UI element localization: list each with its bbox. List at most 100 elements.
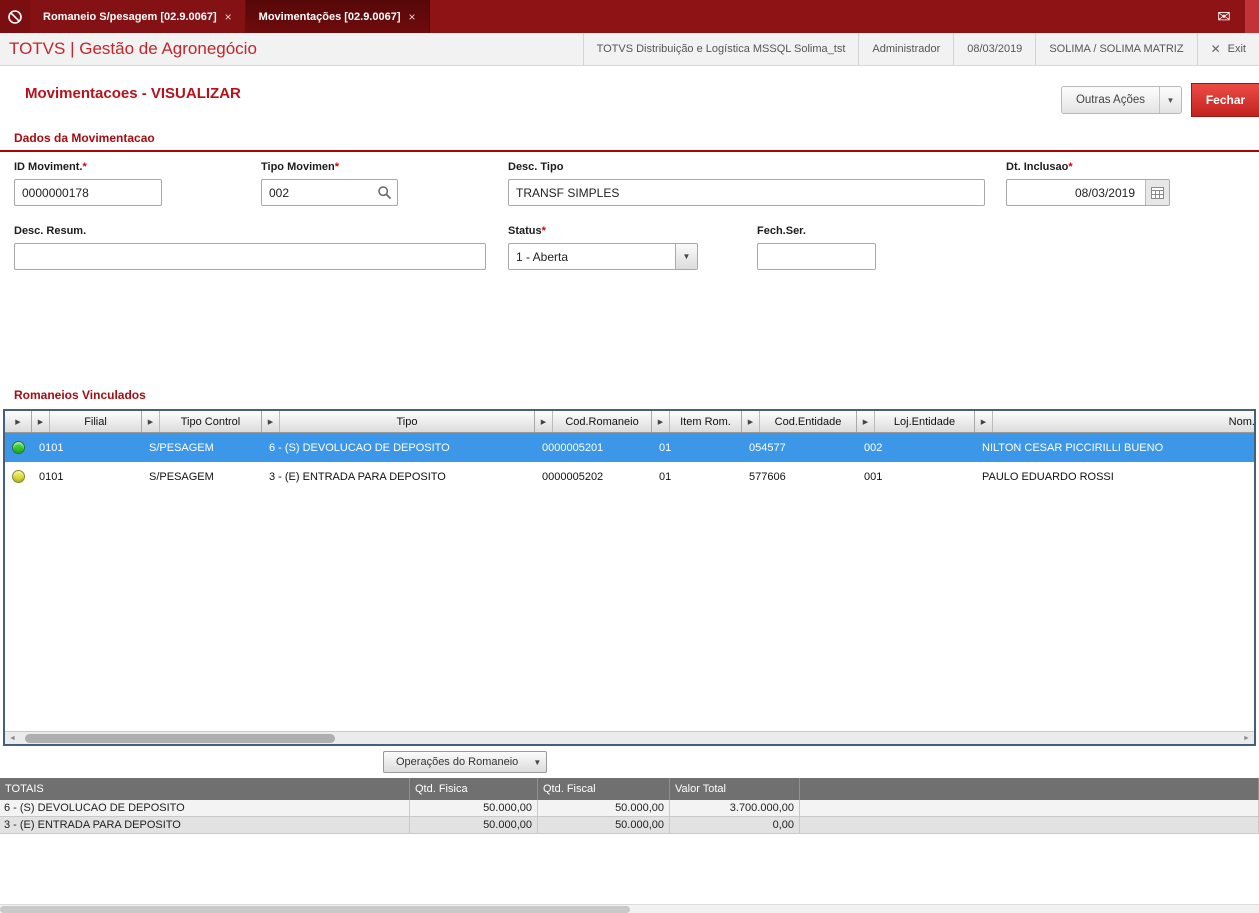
user-label: Administrador [858, 33, 953, 65]
tipo-movimen-label: Tipo Movimen [261, 161, 335, 173]
cell-tipo-control: S/PESAGEM [149, 441, 214, 454]
totals-header-filler [800, 778, 1259, 800]
operacoes-romaneio-button[interactable]: Operações do Romaneio ▼ [383, 751, 548, 773]
grid-header-status-column[interactable]: ▶ [5, 411, 32, 432]
field-status: Status* 1 - Aberta ▼ [508, 225, 698, 270]
column-header-cod-romaneio[interactable]: ▶ Cod.Romaneio [535, 411, 652, 432]
column-arrow-icon: ▶ [15, 418, 21, 426]
column-header-tipo[interactable]: ▶ Tipo [262, 411, 535, 432]
exit-x-icon: ✕ [1210, 42, 1221, 56]
operacoes-romaneio-label: Operações do Romaneio [396, 756, 519, 768]
cell-item-rom: 01 [659, 470, 672, 483]
column-arrow-icon: ▶ [857, 411, 875, 432]
exit-button[interactable]: ✕ Exit [1196, 33, 1259, 65]
desc-resum-label: Desc. Resum. [14, 225, 87, 237]
tab-label: Movimentações [02.9.0067] [258, 10, 401, 23]
column-header-tipo-control[interactable]: ▶ Tipo Control [142, 411, 262, 432]
required-marker: * [82, 161, 87, 173]
scrollbar-thumb[interactable] [0, 906, 630, 913]
fech-ser-input[interactable] [757, 243, 876, 270]
totals-header-qtd-fisica: Qtd. Fisica [410, 778, 538, 800]
app-brand: TOTVS | Gestão de Agronegócio [9, 39, 257, 58]
outras-acoes-button[interactable]: Outras Ações ▼ [1060, 86, 1182, 114]
row-status-icon [12, 441, 25, 454]
search-icon[interactable] [377, 185, 392, 205]
field-tipo-movimen: Tipo Movimen* [261, 161, 398, 206]
desc-resum-input[interactable] [14, 243, 486, 270]
cell-tipo: 6 - (S) DEVOLUCAO DE DEPOSITO [269, 441, 450, 454]
totals-header-totais: TOTAIS [0, 778, 410, 800]
cell-nom-entidade: PAULO EDUARDO ROSSI [982, 470, 1114, 483]
chevron-down-icon[interactable]: ▼ [675, 244, 697, 269]
date-label: 08/03/2019 [953, 33, 1035, 65]
table-row[interactable]: 0101 S/PESAGEM 6 - (S) DEVOLUCAO DE DEPO… [5, 433, 1254, 462]
totals-row-filler [800, 800, 1259, 817]
cell-loj-entidade: 002 [864, 441, 883, 454]
scroll-right-icon[interactable]: ► [1239, 732, 1254, 744]
scrollbar-thumb[interactable] [25, 734, 335, 743]
totals-row: 6 - (S) DEVOLUCAO DE DEPOSITO 50.000,00 … [0, 800, 1259, 817]
column-arrow-icon: ▶ [32, 411, 50, 432]
column-arrow-icon: ▶ [742, 411, 760, 432]
totals-valor-total: 3.700.000,00 [670, 800, 800, 817]
desc-tipo-input[interactable] [508, 179, 985, 206]
close-icon[interactable]: × [225, 10, 232, 24]
chevron-down-icon: ▼ [533, 757, 542, 767]
column-arrow-icon: ▶ [142, 411, 160, 432]
cell-cod-entidade: 577606 [749, 470, 786, 483]
required-marker: * [1068, 161, 1073, 173]
totals-row-filler [800, 817, 1259, 834]
column-header-label: Tipo Control [180, 415, 241, 428]
totals-header-qtd-fiscal: Qtd. Fiscal [538, 778, 670, 800]
appbar: TOTVS | Gestão de Agronegócio TOTVS Dist… [0, 33, 1259, 66]
dt-inclusao-label: Dt. Inclusao [1006, 161, 1069, 173]
totals-valor-total: 0,00 [670, 817, 800, 834]
fech-ser-label: Fech.Ser. [757, 225, 806, 237]
titlebar-corner-strip [1245, 0, 1259, 33]
tab-movimentacoes[interactable]: Movimentações [02.9.0067] × [245, 0, 430, 33]
romaneios-grid: ▶ ▶ Filial ▶ Tipo Control ▶ Tipo ▶ Cod.Roman… [3, 409, 1256, 746]
id-moviment-input[interactable] [14, 179, 162, 206]
cell-loj-entidade: 001 [864, 470, 883, 483]
cell-cod-romaneio: 0000005202 [542, 470, 604, 483]
column-header-label: Filial [84, 415, 107, 428]
column-header-label: Nom.Entidade [1228, 415, 1255, 428]
status-select[interactable]: 1 - Aberta ▼ [508, 243, 698, 270]
tab-label: Romaneio S/pesagem [02.9.0067] [43, 10, 217, 23]
page-horizontal-scrollbar[interactable] [0, 904, 1259, 913]
column-header-label: Cod.Romaneio [565, 415, 639, 428]
cell-filial: 0101 [39, 441, 64, 454]
field-id-moviment: ID Moviment.* [14, 161, 162, 206]
totals-row: 3 - (E) ENTRADA PARA DEPOSITO 50.000,00 … [0, 817, 1259, 834]
column-header-loj-entidade[interactable]: ▶ Loj.Entidade [857, 411, 975, 432]
fechar-button[interactable]: Fechar [1191, 83, 1259, 117]
column-header-item-rom[interactable]: ▶ Item Rom. [652, 411, 742, 432]
totals-table: TOTAIS Qtd. Fisica Qtd. Fiscal Valor Tot… [0, 778, 1259, 834]
required-marker: * [334, 161, 340, 173]
column-header-filial[interactable]: ▶ Filial [32, 411, 142, 432]
field-desc-tipo: Desc. Tipo [508, 161, 985, 206]
titlebar: Romaneio S/pesagem [02.9.0067] × Movimen… [0, 0, 1259, 33]
scroll-left-icon[interactable]: ◄ [5, 732, 20, 744]
section-title-dados: Dados da Movimentacao [0, 131, 1259, 152]
column-header-nom-entidade[interactable]: ▶ Nom.Entidade [975, 411, 1255, 432]
cell-cod-entidade: 054577 [749, 441, 786, 454]
app-window: Romaneio S/pesagem [02.9.0067] × Movimen… [0, 0, 1259, 913]
mail-icon[interactable]: ✉ [1203, 0, 1245, 33]
tab-romaneio-spesagem[interactable]: Romaneio S/pesagem [02.9.0067] × [30, 0, 246, 33]
cell-nom-entidade: NILTON CESAR PICCIRILLI BUENO [982, 441, 1164, 454]
page-title: Movimentacoes - VISUALIZAR [25, 85, 241, 102]
column-header-cod-entidade[interactable]: ▶ Cod.Entidade [742, 411, 857, 432]
appbar-status-area: TOTVS Distribuição e Logística MSSQL Sol… [582, 33, 1259, 65]
grid-horizontal-scrollbar[interactable]: ◄ ► [5, 731, 1254, 744]
field-dt-inclusao: Dt. Inclusao* [1006, 161, 1170, 206]
outras-acoes-label: Outras Ações [1075, 94, 1145, 106]
calendar-icon[interactable] [1145, 180, 1169, 205]
scrollbar-track[interactable] [20, 732, 1239, 744]
table-row[interactable]: 0101 S/PESAGEM 3 - (E) ENTRADA PARA DEPO… [5, 462, 1254, 491]
close-icon[interactable]: × [409, 10, 416, 24]
chevron-down-icon[interactable]: ▼ [1159, 87, 1181, 113]
totals-qtd-fiscal: 50.000,00 [538, 817, 670, 834]
column-header-label: Item Rom. [680, 415, 731, 428]
totals-qtd-fisica: 50.000,00 [410, 800, 538, 817]
